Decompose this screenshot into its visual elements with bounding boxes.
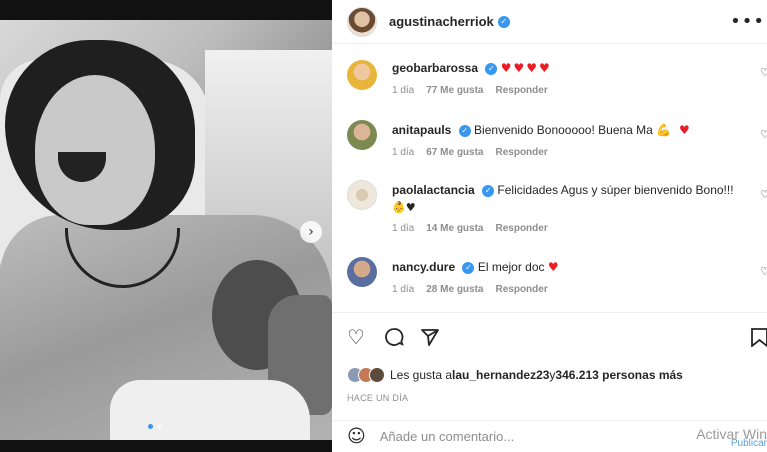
comment-bubble-icon[interactable] xyxy=(384,327,404,350)
carousel-dot xyxy=(157,424,162,429)
like-comment-heart-icon[interactable]: ♡ xyxy=(760,265,767,278)
save-bookmark-icon[interactable] xyxy=(750,327,767,350)
comment-meta: 1 día 77 Me gusta Responder xyxy=(392,85,548,96)
comment-likes[interactable]: 67 Me gusta xyxy=(426,147,483,158)
post-header: agustinacherriok ✓ ••• xyxy=(332,0,767,44)
comment-likes[interactable]: 14 Me gusta xyxy=(426,223,483,234)
commenter-username[interactable]: anitapauls xyxy=(392,123,451,137)
commenter-username[interactable]: paolalactancia xyxy=(392,183,475,197)
comment-meta: 1 día 28 Me gusta Responder xyxy=(392,284,548,295)
comment-body: Bienvenido Bonooooo! Buena Ma xyxy=(474,123,653,137)
like-comment-heart-icon[interactable]: ♡ xyxy=(760,66,767,79)
emoji: 👶♥ xyxy=(392,201,416,214)
reply-button[interactable]: Responder xyxy=(496,284,548,295)
comment-likes[interactable]: 77 Me gusta xyxy=(426,85,483,96)
hearts-emoji: ♥♥♥♥ xyxy=(500,61,552,75)
reply-button[interactable]: Responder xyxy=(496,223,548,234)
commenter-avatar[interactable] xyxy=(347,180,377,210)
photo-blanket-shape xyxy=(110,380,310,440)
commenter-avatar[interactable] xyxy=(347,120,377,150)
commenter-username[interactable]: geobarbarossa xyxy=(392,61,478,75)
liker-avatar xyxy=(369,367,385,383)
like-heart-icon[interactable]: ♡ xyxy=(347,327,365,347)
verified-badge-icon: ✓ xyxy=(497,15,510,28)
author-avatar[interactable] xyxy=(347,6,377,37)
liker-username[interactable]: lau_hernandez23 xyxy=(452,368,549,382)
comment-time[interactable]: 1 día xyxy=(392,85,414,96)
like-comment-heart-icon[interactable]: ♡ xyxy=(760,188,767,201)
reply-button[interactable]: Responder xyxy=(496,85,548,96)
comment-text: paolalactancia ✓ Felicidades Agus y súpe… xyxy=(392,182,752,216)
likes-count[interactable]: 346.213 personas más xyxy=(555,368,682,382)
share-paper-plane-icon[interactable] xyxy=(420,327,440,350)
commenter-avatar[interactable] xyxy=(347,60,377,90)
carousel-dots xyxy=(148,424,162,429)
comment-text: geobarbarossa ✓ ♥♥♥♥ xyxy=(392,60,752,77)
post-photo[interactable] xyxy=(0,20,332,440)
likes-prefix: Les gusta a xyxy=(390,368,453,382)
comment-time[interactable]: 1 día xyxy=(392,223,414,234)
verified-badge-icon: ✓ xyxy=(462,261,475,274)
publish-button-partial[interactable]: Publicar xyxy=(731,438,767,449)
comment-body: Felicidades Agus y súper bienvenido Bono… xyxy=(497,183,734,197)
next-photo-icon[interactable]: › xyxy=(300,221,322,243)
emoji-smile-icon[interactable]: ☺ xyxy=(347,426,366,447)
comment-body: El mejor doc xyxy=(477,260,545,274)
emoji: 💪 ♥ xyxy=(656,123,692,137)
comment-text: anitapauls ✓ Bienvenido Bonooooo! Buena … xyxy=(392,122,752,139)
comment-text: nancy.dure ✓ El mejor doc ♥ xyxy=(392,259,752,276)
carousel-dot-active xyxy=(148,424,153,429)
post-actions-bar: ♡ xyxy=(332,312,767,362)
verified-badge-icon: ✓ xyxy=(482,184,495,197)
comment-time[interactable]: 1 día xyxy=(392,284,414,295)
post-timestamp[interactable]: HACE UN DÍA xyxy=(347,393,408,403)
more-options-icon[interactable]: ••• xyxy=(730,11,765,32)
like-comment-heart-icon[interactable]: ♡ xyxy=(760,128,767,141)
comment-meta: 1 día 14 Me gusta Responder xyxy=(392,223,548,234)
add-comment-input[interactable]: Añade un comentario... xyxy=(380,429,514,444)
commenter-avatar[interactable] xyxy=(347,257,377,287)
post-photo-area: › xyxy=(0,0,332,452)
liker-avatars xyxy=(347,367,385,383)
reply-button[interactable]: Responder xyxy=(496,147,548,158)
comment-time[interactable]: 1 día xyxy=(392,147,414,158)
heart-emoji: ♥ xyxy=(547,260,561,274)
post-side-panel: agustinacherriok ✓ ••• geobarbarossa ✓ ♥… xyxy=(332,0,767,452)
comment-meta: 1 día 67 Me gusta Responder xyxy=(392,147,548,158)
likes-summary: Les gusta a lau_hernandez23 y 346.213 pe… xyxy=(347,364,683,386)
photo-face-shape xyxy=(35,75,155,225)
author-username[interactable]: agustinacherriok xyxy=(389,14,494,29)
comment-likes[interactable]: 28 Me gusta xyxy=(426,284,483,295)
verified-badge-icon: ✓ xyxy=(485,62,498,75)
commenter-username[interactable]: nancy.dure xyxy=(392,260,455,274)
verified-badge-icon: ✓ xyxy=(458,124,471,137)
